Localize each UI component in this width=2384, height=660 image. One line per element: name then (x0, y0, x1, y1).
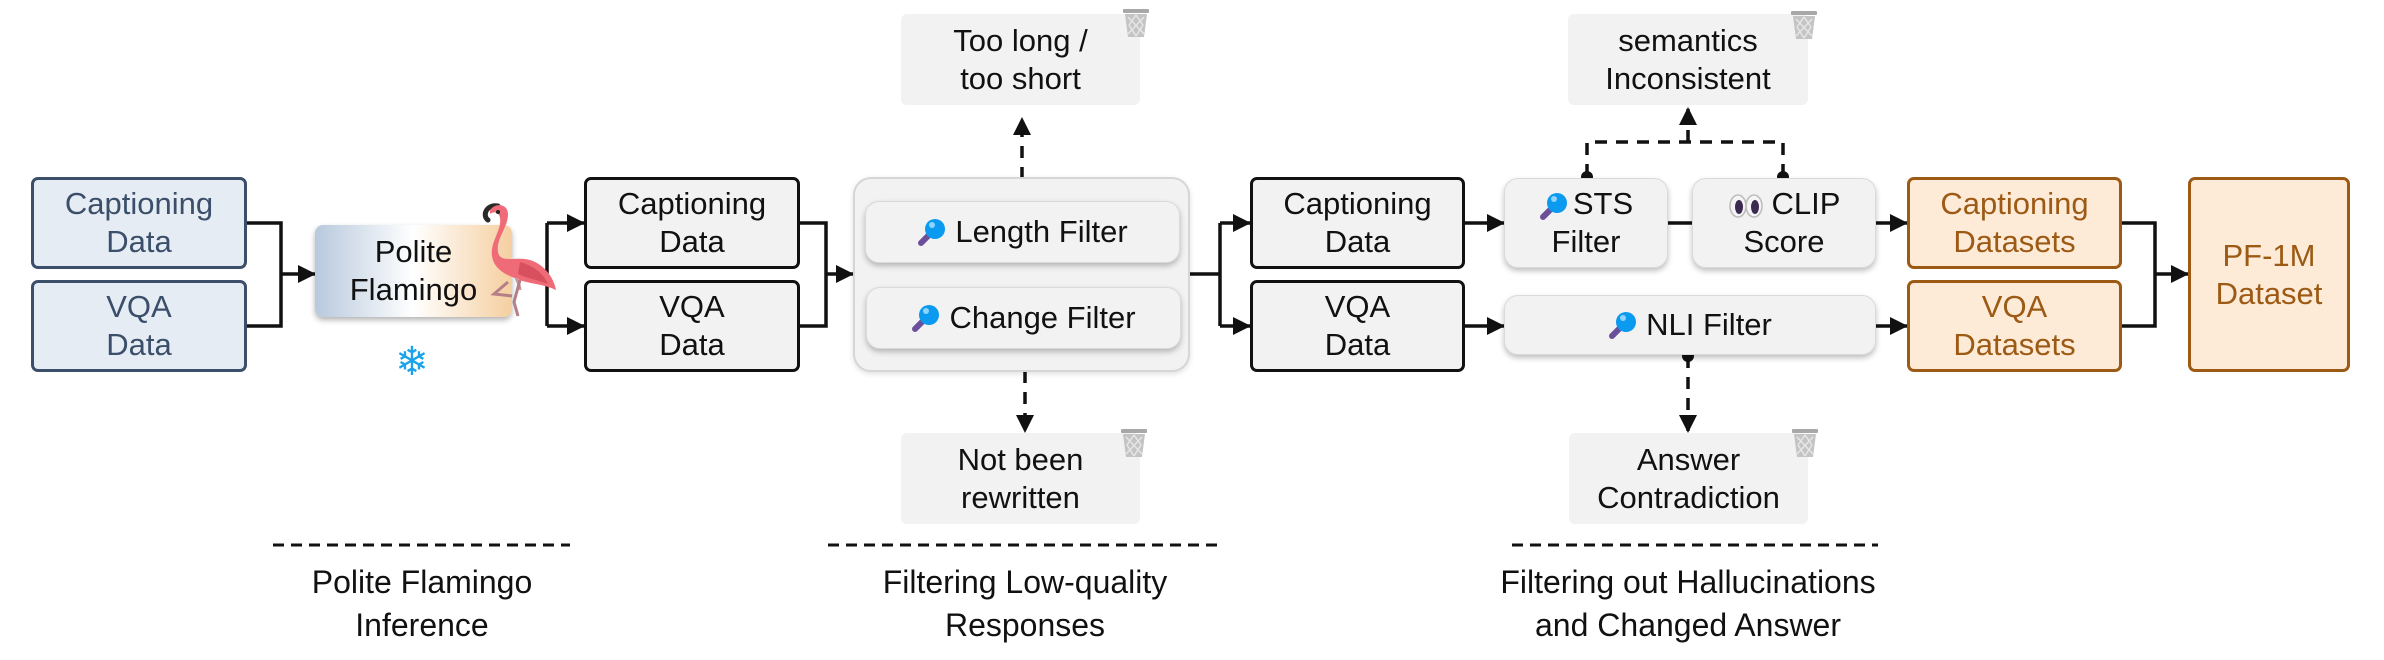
box-label: Data (106, 327, 172, 362)
nli-filter[interactable]: NLI Filter (1504, 295, 1876, 355)
caption-line: Polite Flamingo (311, 564, 533, 600)
caption-data-1[interactable]: Captioning Data (584, 177, 800, 269)
box-label: VQA (1324, 289, 1391, 324)
magnifier-icon (1539, 192, 1567, 220)
vqa-data-1[interactable]: VQA Data (584, 280, 800, 372)
captioning-datasets[interactable]: Captioning Datasets (1907, 177, 2122, 269)
section-caption-inference: Polite Flamingo Inference (222, 561, 622, 647)
vqa-data-2[interactable]: VQA Data (1250, 280, 1465, 372)
section-caption-hallucinations: Filtering out Hallucinations and Changed… (1468, 561, 1908, 647)
length-filter[interactable]: Length Filter (865, 201, 1180, 263)
trash-icon (1791, 11, 1817, 39)
box-label: Captioning (617, 186, 767, 221)
snowflake-icon: ❄ (395, 339, 429, 385)
edge-inputs-merge (247, 221, 283, 328)
reject-answer-contradiction: Answer Contradiction (1569, 433, 1808, 524)
box-label: Captioning (1940, 186, 2089, 221)
edge-sts-clip-bracket (1585, 140, 1785, 176)
box-label: PF-1M (2222, 237, 2316, 273)
caption-line: Filtering Low-quality (882, 564, 1168, 600)
box-label: Flamingo (349, 272, 478, 307)
box-label: Data (659, 224, 725, 259)
reject-too-long-too-short: Too long / too short (901, 14, 1140, 105)
box-label: VQA (659, 289, 725, 324)
trash-icon (1792, 429, 1818, 457)
box-label: Dataset (2215, 275, 2323, 311)
box-label: Data (106, 224, 172, 259)
box-label: Answer (1636, 441, 1741, 477)
vqa-datasets[interactable]: VQA Datasets (1907, 280, 2122, 372)
box-label: Captioning (1283, 186, 1432, 221)
box-label: too short (960, 60, 1081, 96)
box-label: Not been (957, 441, 1084, 477)
change-filter[interactable]: Change Filter (866, 287, 1181, 349)
eyes-icon (1728, 194, 1763, 218)
box-label: Data (1324, 327, 1391, 362)
filter-label: STS (1572, 186, 1634, 221)
magnifier-icon (918, 219, 946, 246)
flamingo-icon (482, 203, 556, 317)
reject-semantics-inconsistent: semantics Inconsistent (1568, 14, 1808, 105)
filter-label: CLIP (1771, 186, 1841, 221)
trash-icon (1121, 429, 1147, 457)
caption-line: Filtering out Hallucinations (1500, 564, 1876, 600)
box-label: Captioning (64, 186, 214, 221)
magnifier-icon (912, 305, 940, 332)
input-vqa-data[interactable]: VQA Data (31, 280, 247, 372)
box-label: Too long / (953, 22, 1088, 58)
filter-label: NLI Filter (1646, 307, 1772, 342)
filter-label: Change Filter (949, 300, 1136, 335)
filter-label: Filter (1551, 224, 1621, 259)
box-label: Polite (374, 234, 453, 269)
caption-line: and Changed Answer (1535, 607, 1841, 643)
box-label: rewritten (961, 479, 1080, 515)
caption-data-2[interactable]: Captioning Data (1250, 177, 1465, 269)
section-caption-low-quality: Filtering Low-quality Responses (825, 561, 1225, 647)
box-label: Datasets (1953, 327, 2076, 362)
sts-filter[interactable]: STS Filter (1504, 178, 1668, 268)
caption-line: Responses (944, 607, 1106, 643)
trash-icon (1123, 9, 1149, 37)
reject-not-rewritten: Not been rewritten (901, 433, 1140, 524)
caption-line: Inference (355, 607, 489, 643)
pf-1m-dataset[interactable]: PF-1M Dataset (2188, 177, 2350, 372)
box-label: VQA (106, 289, 172, 324)
input-captioning-data[interactable]: Captioning Data (31, 177, 247, 269)
box-label: Data (1324, 224, 1391, 259)
box-label: Datasets (1953, 224, 2076, 259)
magnifier-icon (1609, 312, 1637, 339)
clip-score[interactable]: CLIP Score (1692, 178, 1876, 268)
filter-label: Score (1743, 224, 1825, 259)
filter-label: Length Filter (955, 214, 1128, 249)
box-label: VQA (1981, 289, 2048, 324)
box-label: Inconsistent (1605, 60, 1771, 96)
box-label: Data (659, 327, 725, 362)
box-label: Contradiction (1597, 479, 1780, 515)
box-label: semantics (1618, 22, 1758, 58)
